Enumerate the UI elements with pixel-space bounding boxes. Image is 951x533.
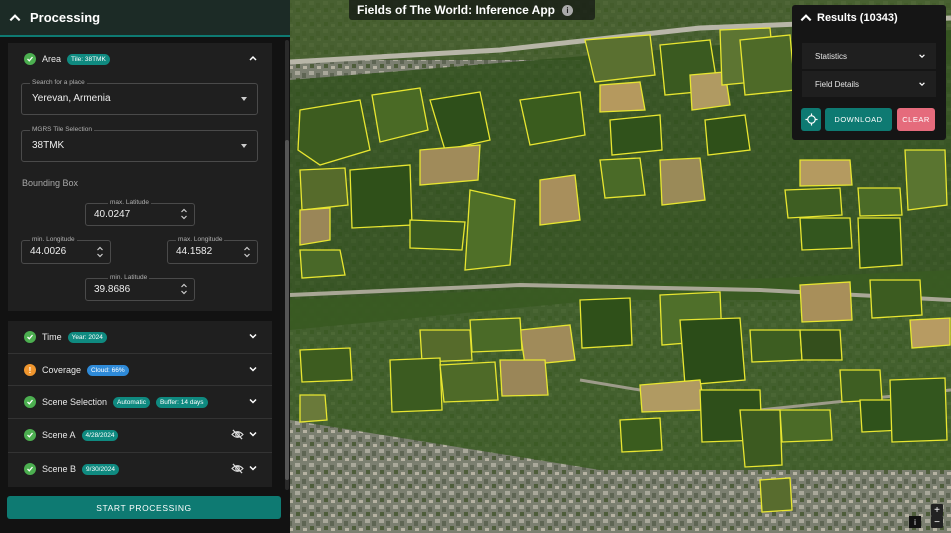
year-chip: Year: 2024 bbox=[67, 331, 107, 343]
area-title: Area bbox=[42, 54, 62, 64]
attribution-info-icon[interactable]: i bbox=[909, 516, 921, 528]
scene-b-title: Scene B bbox=[42, 464, 77, 474]
place-search-field[interactable]: Search for a place Yerevan, Armenia bbox=[21, 79, 258, 115]
check-circle-icon bbox=[24, 463, 36, 475]
processing-title: Processing bbox=[30, 10, 101, 25]
min-longitude-value[interactable]: 44.0026 bbox=[30, 246, 66, 257]
tile-chip: Tile: 38TMK bbox=[67, 53, 110, 65]
max-longitude-input[interactable]: max. Longitude 44.1582 bbox=[167, 236, 258, 264]
download-button[interactable]: DOWNLOAD bbox=[825, 108, 892, 131]
max-longitude-label: max. Longitude bbox=[176, 236, 225, 243]
buffer-chip: Buffer: 14 days bbox=[155, 396, 208, 408]
check-circle-icon bbox=[24, 331, 36, 343]
processing-header[interactable]: Processing bbox=[0, 0, 290, 37]
chevron-up-icon[interactable] bbox=[248, 53, 258, 63]
check-circle-icon bbox=[24, 429, 36, 441]
statistics-accordion[interactable]: Statistics bbox=[802, 43, 936, 69]
scene-a-date-chip: 4/28/2024 bbox=[81, 429, 119, 441]
processing-panel: Processing Area Tile: 38TMK Search for a… bbox=[0, 0, 290, 533]
min-latitude-value[interactable]: 39.8686 bbox=[94, 284, 130, 295]
eye-off-icon[interactable] bbox=[231, 463, 244, 474]
chevron-down-icon[interactable] bbox=[918, 80, 926, 88]
time-section-header[interactable]: Time Year: 2024 bbox=[8, 321, 272, 353]
field-details-label: Field Details bbox=[815, 79, 860, 89]
max-latitude-value[interactable]: 40.0247 bbox=[94, 209, 130, 220]
zoom-in-button[interactable]: + bbox=[931, 504, 943, 516]
min-latitude-label: min. Latitude bbox=[108, 274, 150, 281]
chevron-down-icon[interactable] bbox=[248, 364, 258, 374]
results-header[interactable]: Results (10343) bbox=[792, 5, 946, 31]
coverage-title: Coverage bbox=[42, 365, 82, 375]
mgrs-value[interactable]: 38TMK bbox=[32, 140, 64, 151]
info-icon[interactable]: i bbox=[562, 4, 574, 16]
max-longitude-value[interactable]: 44.1582 bbox=[176, 246, 212, 257]
dropdown-caret-icon[interactable] bbox=[241, 144, 247, 148]
automatic-chip: Automatic bbox=[113, 396, 150, 408]
dropdown-caret-icon[interactable] bbox=[241, 97, 247, 101]
area-section-header[interactable]: Area Tile: 38TMK bbox=[8, 43, 272, 75]
scene-a-title: Scene A bbox=[42, 430, 76, 440]
chevron-up-icon[interactable] bbox=[799, 11, 813, 25]
locate-button[interactable] bbox=[801, 108, 821, 131]
place-search-label: Search for a place bbox=[30, 79, 87, 86]
start-processing-button[interactable]: START PROCESSING bbox=[7, 496, 281, 519]
scene-a-section-header[interactable]: Scene A 4/28/2024 bbox=[8, 418, 272, 451]
chevron-down-icon[interactable] bbox=[918, 52, 926, 60]
collapsed-sections: Time Year: 2024 ! Coverage Cloud: 66% Sc… bbox=[8, 321, 272, 487]
number-spinner-icon[interactable] bbox=[180, 207, 188, 221]
mgrs-tile-select[interactable]: MGRS Tile Selection 38TMK bbox=[21, 126, 258, 162]
max-latitude-input[interactable]: max. Latitude 40.0247 bbox=[85, 199, 195, 226]
mgrs-label: MGRS Tile Selection bbox=[30, 126, 94, 133]
check-circle-icon bbox=[24, 396, 36, 408]
results-title: Results (10343) bbox=[817, 12, 898, 24]
scene-b-date-chip: 9/30/2024 bbox=[82, 463, 119, 475]
chevron-down-icon[interactable] bbox=[248, 463, 258, 473]
check-circle-icon bbox=[24, 53, 36, 65]
bounding-box-label: Bounding Box bbox=[22, 178, 79, 188]
zoom-out-button[interactable]: − bbox=[931, 516, 943, 528]
min-latitude-input[interactable]: min. Latitude 39.8686 bbox=[85, 274, 195, 301]
number-spinner-icon[interactable] bbox=[96, 245, 104, 259]
number-spinner-icon[interactable] bbox=[180, 282, 188, 296]
time-title: Time bbox=[42, 332, 62, 342]
warning-circle-icon: ! bbox=[24, 364, 36, 376]
area-section: Area Tile: 38TMK Search for a place Yere… bbox=[8, 43, 272, 311]
results-panel: Results (10343) Statistics Field Details… bbox=[792, 5, 946, 140]
min-longitude-label: min. Longitude bbox=[30, 236, 77, 243]
eye-off-icon[interactable] bbox=[231, 429, 244, 440]
scene-selection-section-header[interactable]: Scene Selection Automatic Buffer: 14 day… bbox=[8, 385, 272, 418]
statistics-label: Statistics bbox=[815, 51, 848, 61]
coverage-section-header[interactable]: ! Coverage Cloud: 66% bbox=[8, 353, 272, 386]
app-title: Fields of The World: Inference App bbox=[357, 3, 556, 17]
chevron-down-icon[interactable] bbox=[248, 331, 258, 341]
field-details-accordion[interactable]: Field Details bbox=[802, 71, 936, 97]
number-spinner-icon[interactable] bbox=[243, 245, 251, 259]
clear-button[interactable]: CLEAR bbox=[897, 108, 935, 131]
scrollbar-thumb[interactable] bbox=[285, 140, 289, 480]
max-latitude-label: max. Latitude bbox=[108, 199, 152, 206]
scene-selection-title: Scene Selection bbox=[42, 397, 108, 407]
panel-scrollbar[interactable] bbox=[285, 40, 289, 490]
scene-b-section-header[interactable]: Scene B 9/30/2024 bbox=[8, 452, 272, 485]
cloud-chip: Cloud: 66% bbox=[87, 364, 129, 376]
place-search-value[interactable]: Yerevan, Armenia bbox=[32, 93, 111, 104]
app-title-bar: Fields of The World: Inference App i bbox=[349, 0, 595, 20]
chevron-down-icon[interactable] bbox=[248, 396, 258, 406]
min-longitude-input[interactable]: min. Longitude 44.0026 bbox=[21, 236, 111, 264]
chevron-down-icon[interactable] bbox=[248, 429, 258, 439]
crosshair-icon bbox=[804, 113, 818, 126]
chevron-up-icon[interactable] bbox=[8, 11, 22, 25]
